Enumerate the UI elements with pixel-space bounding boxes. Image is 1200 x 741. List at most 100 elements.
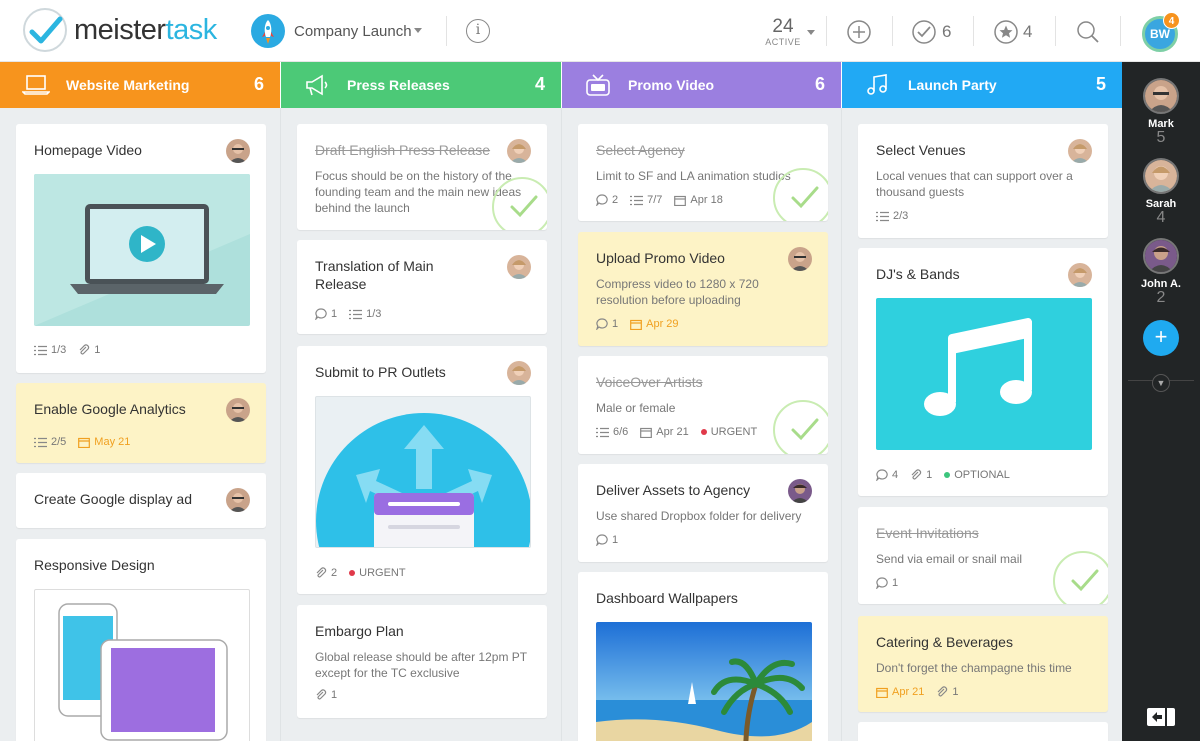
completed-check-icon bbox=[492, 177, 547, 230]
attachment-meta: 1 bbox=[936, 686, 959, 698]
chevron-down-icon[interactable] bbox=[414, 28, 422, 33]
column-header-launch-party[interactable]: Launch Party 5 bbox=[842, 62, 1122, 108]
column-header-promo-video[interactable]: Promo Video 6 bbox=[562, 62, 841, 108]
app-logo[interactable]: meistertask bbox=[74, 14, 217, 47]
task-meta: 6/6 Apr 21 URGENT bbox=[596, 426, 757, 438]
avatar[interactable] bbox=[507, 139, 531, 163]
member-task-count: 4 bbox=[1156, 209, 1166, 226]
music-artwork-image[interactable] bbox=[876, 298, 1092, 450]
task-card[interactable]: Event Invitations Send via email or snai… bbox=[858, 507, 1108, 604]
sidebar-member-mark[interactable]: Mark 5 bbox=[1122, 78, 1200, 146]
logo-check-icon[interactable] bbox=[23, 8, 67, 52]
avatar[interactable] bbox=[507, 361, 531, 385]
completed-check-icon bbox=[773, 400, 828, 454]
task-title: Translation of Main Release bbox=[315, 258, 434, 292]
sidebar-member-sarah[interactable]: Sarah 4 bbox=[1122, 158, 1200, 226]
avatar[interactable] bbox=[1143, 158, 1179, 194]
divider bbox=[826, 16, 827, 46]
task-card[interactable] bbox=[858, 722, 1108, 741]
chevron-down-icon[interactable] bbox=[807, 30, 815, 35]
checklist-count: 6/6 bbox=[613, 426, 629, 438]
sidebar-member-john[interactable]: John A. 2 bbox=[1122, 238, 1200, 306]
task-card[interactable]: Responsive Design bbox=[16, 539, 266, 741]
logo-text-part2: task bbox=[165, 14, 218, 46]
checklist-count: 7/7 bbox=[647, 194, 663, 206]
attachment-count: 1 bbox=[94, 344, 101, 356]
responsive-design-image[interactable] bbox=[34, 589, 250, 741]
task-meta: 1 bbox=[876, 577, 898, 589]
task-card[interactable]: Select Agency Limit to SF and LA animati… bbox=[578, 124, 828, 221]
divider bbox=[446, 16, 447, 46]
task-title: Dashboard Wallpapers bbox=[596, 590, 738, 606]
notification-badge[interactable]: 4 bbox=[1163, 12, 1180, 29]
plus-circle-icon[interactable] bbox=[847, 20, 871, 44]
due-date-meta: May 21 bbox=[78, 436, 130, 448]
column-header-press-releases[interactable]: Press Releases 4 bbox=[281, 62, 561, 108]
comment-meta: 4 bbox=[876, 469, 898, 481]
check-circle-icon[interactable] bbox=[912, 20, 936, 44]
checklist-meta: 1/3 bbox=[34, 344, 66, 356]
attachment-meta: 2 bbox=[315, 567, 337, 579]
avatar[interactable] bbox=[1068, 263, 1092, 287]
completed-check-icon bbox=[1053, 551, 1108, 604]
video-thumbnail-image[interactable] bbox=[34, 174, 250, 326]
project-selector[interactable]: Company Launch bbox=[294, 23, 412, 40]
avatar[interactable] bbox=[788, 247, 812, 271]
avatar[interactable] bbox=[226, 398, 250, 422]
rocket-icon[interactable] bbox=[251, 14, 285, 48]
collapse-sidebar-icon[interactable] bbox=[1146, 707, 1176, 727]
avatar[interactable] bbox=[1143, 238, 1179, 274]
avatar[interactable] bbox=[1068, 139, 1092, 163]
task-card[interactable]: Draft English Press Release Focus should… bbox=[297, 124, 547, 230]
avatar[interactable] bbox=[1143, 78, 1179, 114]
divider bbox=[892, 16, 893, 46]
task-meta: Apr 21 1 bbox=[876, 686, 959, 698]
task-description: Compress video to 1280 x 720 resolution … bbox=[596, 277, 759, 307]
task-card[interactable]: VoiceOver Artists Male or female 6/6 Apr… bbox=[578, 356, 828, 454]
task-title: Catering & Beverages bbox=[876, 634, 1013, 650]
calendar-icon bbox=[78, 437, 91, 448]
music-note-icon bbox=[867, 74, 887, 95]
calendar-icon bbox=[630, 319, 643, 330]
comment-count: 2 bbox=[612, 194, 619, 206]
tag-label: URGENT bbox=[359, 567, 406, 579]
task-card[interactable]: DJ's & Bands 4 1 OPTIONAL bbox=[858, 248, 1108, 496]
attachment-meta: 1 bbox=[78, 344, 100, 356]
calendar-icon bbox=[876, 687, 888, 698]
task-meta: 1 bbox=[596, 534, 618, 546]
task-card[interactable]: Deliver Assets to Agency Use shared Drop… bbox=[578, 464, 828, 562]
priority-tag: URGENT bbox=[700, 426, 757, 438]
avatar[interactable] bbox=[788, 479, 812, 503]
task-card[interactable]: Catering & Beverages Don't forget the ch… bbox=[858, 616, 1108, 712]
task-card[interactable]: Homepage Video 1/3 1 bbox=[16, 124, 266, 373]
task-card[interactable]: Embargo Plan Global release should be af… bbox=[297, 605, 547, 718]
task-card[interactable]: Translation of Main Release 1 1/3 bbox=[297, 240, 547, 334]
add-member-button[interactable]: + bbox=[1143, 320, 1179, 356]
task-card[interactable]: Create Google display ad bbox=[16, 473, 266, 528]
divider bbox=[1055, 16, 1056, 46]
avatar[interactable] bbox=[507, 255, 531, 279]
checklist-icon bbox=[596, 427, 609, 437]
divider bbox=[1120, 16, 1121, 46]
column-promo-video: Select Agency Limit to SF and LA animati… bbox=[562, 108, 842, 741]
star-circle-icon[interactable] bbox=[994, 20, 1018, 44]
comment-meta: 1 bbox=[596, 318, 618, 330]
task-card[interactable]: Select Venues Local venues that can supp… bbox=[858, 124, 1108, 238]
task-card[interactable]: Dashboard Wallpapers bbox=[578, 572, 828, 741]
task-card[interactable]: Submit to PR Outlets 2 URGENT bbox=[297, 346, 547, 594]
column-title: Website Marketing bbox=[66, 77, 190, 93]
checklist-count: 2/3 bbox=[893, 210, 909, 222]
task-card[interactable]: Upload Promo Video Compress video to 128… bbox=[578, 232, 828, 346]
share-illustration-image[interactable] bbox=[315, 396, 531, 548]
task-card[interactable]: Enable Google Analytics 2/5 May 21 bbox=[16, 383, 266, 463]
due-date: Apr 18 bbox=[690, 194, 723, 206]
chevron-down-icon[interactable]: ▼ bbox=[1152, 374, 1170, 392]
beach-wallpaper-image[interactable] bbox=[596, 622, 812, 741]
avatar[interactable] bbox=[226, 488, 250, 512]
priority-tag: OPTIONAL bbox=[944, 469, 1010, 481]
avatar[interactable] bbox=[226, 139, 250, 163]
active-tasks-count[interactable]: 24 bbox=[766, 16, 800, 38]
info-icon[interactable]: i bbox=[466, 19, 490, 43]
search-icon[interactable] bbox=[1076, 20, 1100, 44]
column-header-website-marketing[interactable]: Website Marketing 6 bbox=[0, 62, 280, 108]
